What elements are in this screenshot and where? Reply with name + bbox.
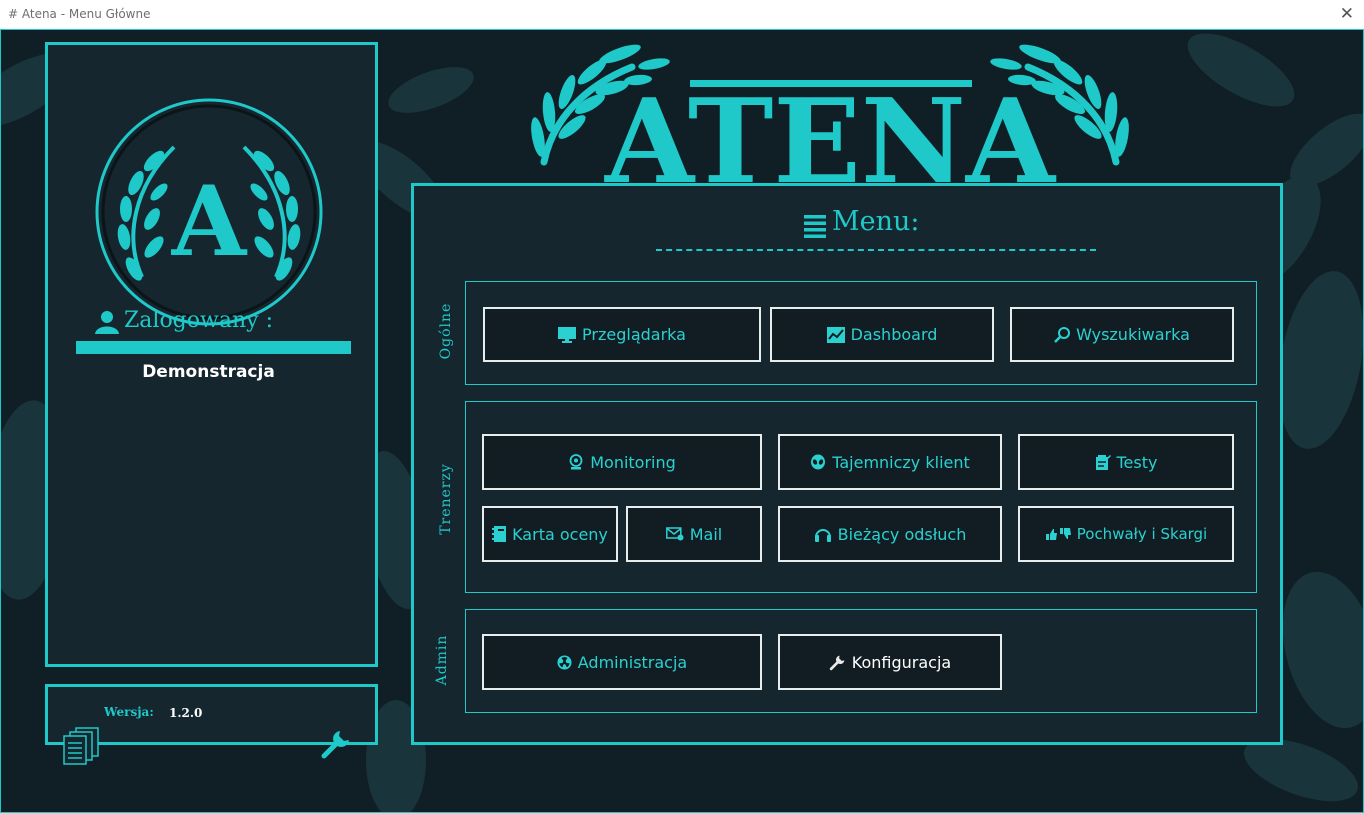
karta-oceny-button[interactable]: Karta oceny — [482, 506, 618, 562]
mail-icon — [665, 527, 684, 541]
brand-name: ATENA — [604, 74, 1057, 192]
tajemniczy-klient-button[interactable]: Tajemniczy klient — [778, 434, 1002, 490]
group-trenerzy — [465, 401, 1257, 593]
thumbs-icon — [1045, 528, 1071, 540]
wyszukiwarka-label: Wyszukiwarka — [1076, 325, 1190, 344]
headphones-icon — [814, 529, 831, 542]
biezacy-odsluch-label: Bieżący odsłuch — [837, 524, 967, 544]
wyszukiwarka-button[interactable]: Wyszukiwarka — [1010, 307, 1234, 362]
atena-emblem: A — [95, 98, 323, 326]
window-title: # Atena - Menu Główne — [8, 7, 151, 21]
group-label-admin: Admin — [434, 634, 450, 686]
mail-label: Mail — [689, 524, 723, 544]
radiation-icon — [557, 654, 572, 670]
testy-label: Testy — [1116, 452, 1158, 472]
webcam-icon — [569, 454, 583, 470]
chart-icon — [826, 326, 845, 343]
logged-in-text: Zalogowany — [124, 308, 259, 333]
documents-icon — [63, 727, 99, 765]
testy-button[interactable]: Testy — [1018, 434, 1234, 490]
administracja-button[interactable]: Administracja — [482, 634, 762, 690]
konfiguracja-label: Konfiguracja — [851, 652, 952, 672]
clipboard-icon — [1095, 455, 1111, 470]
monitoring-button[interactable]: Monitoring — [482, 434, 762, 490]
emblem-letter: A — [171, 165, 248, 278]
group-label-ogolne: Ogólne — [438, 302, 454, 360]
logged-in-label: Zalogowany : — [78, 306, 358, 336]
username: Demonstracja — [142, 362, 275, 382]
karta-oceny-label: Karta oceny — [512, 524, 608, 544]
logged-in-divider — [76, 341, 351, 354]
version-value: 1.2.0 — [169, 706, 203, 720]
wrench-icon — [829, 655, 845, 670]
biezacy-odsluch-button[interactable]: Bieżący odsłuch — [778, 506, 1002, 562]
dashboard-button[interactable]: Dashboard — [770, 307, 994, 362]
pochwaly-i-skargi-button[interactable]: Pochwały i Skargi — [1018, 506, 1234, 562]
user-icon — [95, 311, 119, 334]
przegladarka-label: Przeglądarka — [582, 325, 686, 344]
logged-in-colon: : — [265, 308, 273, 333]
przegladarka-button[interactable]: Przeglądarka — [483, 307, 761, 362]
konfiguracja-button[interactable]: Konfiguracja — [778, 634, 1002, 690]
title-bar: # Atena - Menu Główne ✕ — [0, 0, 1364, 30]
close-button[interactable]: ✕ — [1340, 4, 1354, 24]
alien-icon — [811, 454, 826, 470]
monitoring-label: Monitoring — [590, 452, 676, 472]
menu-title-text: Menu: — [832, 206, 920, 237]
tajemniczy-klient-label: Tajemniczy klient — [832, 452, 970, 472]
atena-logo: ATENA — [531, 44, 1129, 192]
group-label-trenerzy: Trenerzy — [438, 463, 454, 535]
version-label: Wersja: — [104, 705, 154, 719]
settings-wrench-button[interactable] — [320, 728, 352, 760]
list-icon — [804, 215, 826, 238]
menu-title-underline — [656, 249, 1096, 251]
administracja-label: Administracja — [577, 652, 688, 672]
mail-button[interactable]: Mail — [626, 506, 762, 562]
search-icon — [1054, 326, 1071, 343]
pochwaly-i-skargi-label: Pochwały i Skargi — [1076, 525, 1208, 543]
notebook-icon — [492, 526, 507, 542]
monitor-icon — [558, 326, 577, 343]
dashboard-label: Dashboard — [850, 325, 938, 344]
